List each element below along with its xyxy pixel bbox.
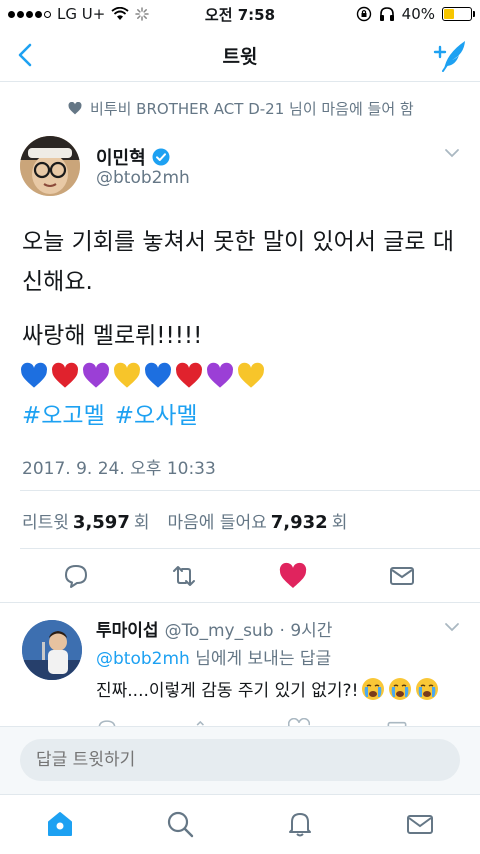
search-icon[interactable] — [165, 809, 195, 839]
reply-mention-link[interactable]: @btob2mh — [96, 649, 190, 669]
battery-icon — [442, 7, 475, 21]
reply-time: · 9시간 — [279, 621, 333, 641]
retweet-count[interactable]: 3,597 — [73, 512, 130, 533]
reply-header: 투마이섭 @To_my_sub · 9시간 — [96, 616, 332, 641]
compose-tweet-icon[interactable] — [432, 38, 468, 72]
chevron-down-icon[interactable] — [444, 148, 460, 158]
reply-composer — [0, 726, 480, 794]
heart-emoji-row — [20, 362, 265, 390]
rotation-lock-icon — [356, 6, 371, 22]
hashtag-link[interactable]: #오사멜 — [115, 396, 198, 430]
social-context: 비투비 BROTHER ACT D-21 님이 마음에 들어 함 — [68, 98, 414, 119]
status-right: 40% — [356, 5, 475, 23]
crying-face-emoji-icon — [416, 677, 439, 700]
reply-icon[interactable] — [62, 562, 90, 590]
tweet-actions — [0, 558, 480, 594]
blue-heart-emoji-icon — [145, 362, 171, 388]
status-bar: LG U+ 오전 7:58 40% — [0, 0, 480, 28]
likes-unit: 회 — [331, 513, 348, 533]
author-name-row[interactable]: 이민혁 — [96, 144, 170, 170]
like-count[interactable]: 7,932 — [271, 512, 328, 533]
tweet-text-line2: 싸랑해 멜로뤼!!!!! — [22, 323, 203, 349]
context-text: 비투비 BROTHER ACT D-21 님이 마음에 들어 함 — [90, 100, 414, 118]
like-icon[interactable] — [279, 562, 307, 590]
retweets-label: 리트윗 — [22, 513, 69, 533]
reply-author-name[interactable]: 투마이섭 — [96, 616, 159, 641]
blue-heart-emoji-icon — [21, 362, 47, 388]
yellow-heart-emoji-icon — [114, 362, 140, 388]
share-icon[interactable] — [388, 562, 416, 590]
divider — [20, 490, 480, 491]
yellow-heart-emoji-icon — [238, 362, 264, 388]
author-handle[interactable]: @btob2mh — [96, 168, 190, 188]
crying-face-emoji-icon — [362, 677, 385, 700]
reply-avatar[interactable] — [22, 620, 82, 680]
messages-icon[interactable] — [405, 809, 435, 839]
red-heart-emoji-icon — [176, 362, 202, 388]
author-name: 이민혁 — [96, 148, 146, 169]
replying-to: @btob2mh 님에게 보내는 답글 — [96, 644, 331, 669]
retweets-unit: 회 — [133, 513, 150, 533]
divider — [20, 548, 480, 549]
battery-fill — [444, 9, 455, 19]
purple-heart-emoji-icon — [83, 362, 109, 388]
chevron-down-icon[interactable] — [444, 622, 460, 632]
hashtag-link[interactable]: #오고멜 — [22, 396, 105, 430]
author-avatar[interactable] — [20, 136, 80, 196]
crying-face-emoji-icon — [389, 677, 412, 700]
home-icon[interactable] — [45, 809, 75, 839]
tweet-text-line1: 오늘 기회를 놓쳐서 못한 말이 있어서 글로 대신해요. — [22, 229, 455, 295]
battery-percent: 40% — [401, 5, 435, 23]
tab-bar — [0, 794, 480, 854]
headphones-icon — [379, 7, 394, 21]
reply-text: 진짜....이렇게 감동 주기 있기 없기?! — [96, 681, 359, 701]
reply-input[interactable] — [20, 739, 460, 781]
reply-to-suffix: 님에게 보내는 답글 — [189, 649, 332, 669]
navigation-bar: 트윗 — [0, 28, 480, 82]
purple-heart-emoji-icon — [207, 362, 233, 388]
retweet-icon[interactable] — [170, 562, 198, 590]
verified-badge-icon — [152, 148, 170, 166]
divider — [0, 602, 480, 603]
likes-label: 마음에 들어요 — [167, 513, 267, 533]
reply-text-row: 진짜....이렇게 감동 주기 있기 없기?! — [96, 676, 439, 701]
heart-icon — [68, 102, 82, 115]
tweet-stats: 리트윗 3,597 회 마음에 들어요 7,932 회 — [22, 508, 347, 533]
page-title: 트윗 — [222, 46, 258, 68]
red-heart-emoji-icon — [52, 362, 78, 388]
tweet-timestamp: 2017. 9. 24. 오후 10:33 — [22, 459, 216, 479]
hashtags: #오고멜 #오사멜 — [22, 396, 198, 430]
notifications-icon[interactable] — [285, 809, 315, 839]
reply-author-handle[interactable]: @To_my_sub — [165, 621, 274, 641]
